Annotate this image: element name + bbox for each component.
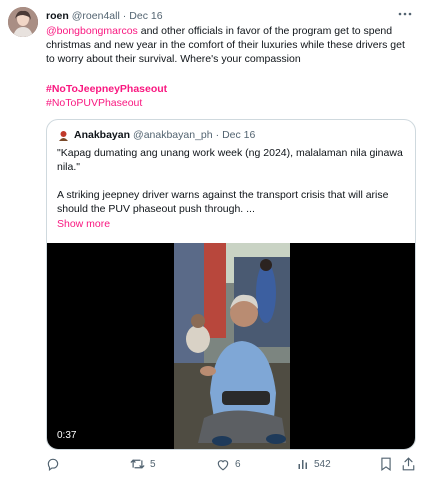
retweet-button[interactable]: 5: [130, 455, 156, 473]
separator-dot: ·: [215, 129, 220, 141]
tweet-actions: 5 6 542: [46, 455, 416, 473]
bookmark-button[interactable]: [380, 455, 392, 473]
quoted-tweet-header: Anakbayan @anakbayan_ph · Dec 16: [57, 128, 255, 142]
video-player[interactable]: 0:37: [47, 243, 415, 449]
share-button[interactable]: [402, 455, 415, 473]
quoted-tweet-date: Dec 16: [222, 129, 256, 141]
like-button[interactable]: 6: [216, 455, 241, 473]
mention-link[interactable]: @bongbongmarcos: [46, 25, 138, 37]
tweet-card[interactable]: roen @roen4all · Dec 16 @bongbongmarcos …: [0, 0, 425, 477]
author-avatar[interactable]: [8, 7, 38, 37]
views-button[interactable]: 542: [297, 455, 331, 473]
share-icon: [402, 457, 415, 471]
hashtag-no-jeepney-phaseout[interactable]: #NoToJeepneyPhaseout: [46, 82, 167, 96]
reply-button[interactable]: [46, 455, 65, 473]
author-name[interactable]: roen: [46, 10, 69, 22]
quoted-author-handle: @anakbayan_ph: [133, 129, 213, 141]
quoted-author-avatar: [57, 128, 70, 142]
separator-dot: ·: [122, 10, 127, 22]
view-count: 542: [314, 458, 331, 470]
tweet-text: @bongbongmarcos and other officials in f…: [46, 24, 416, 66]
bookmark-icon: [380, 457, 392, 471]
hashtag-no-puv-phaseout[interactable]: #NoToPUVPhaseout: [46, 96, 142, 110]
show-more-link[interactable]: Show more: [57, 218, 110, 230]
quoted-author-name: Anakbayan: [74, 129, 131, 141]
quoted-tweet-quote: "Kapag dumating ang unang work week (ng …: [57, 147, 403, 173]
retweet-count: 5: [150, 458, 156, 470]
like-icon: [216, 458, 230, 471]
video-thumbnail: [174, 243, 290, 449]
quoted-tweet[interactable]: Anakbayan @anakbayan_ph · Dec 16 "Kapag …: [46, 119, 416, 450]
more-icon[interactable]: [397, 8, 413, 20]
views-icon: [297, 458, 309, 470]
like-count: 6: [235, 458, 241, 470]
author-handle[interactable]: @roen4all: [72, 10, 120, 22]
reply-icon: [46, 457, 60, 471]
video-duration: 0:37: [57, 430, 77, 441]
quoted-tweet-description: A striking jeepney driver warns against …: [57, 189, 389, 215]
retweet-icon: [130, 457, 145, 471]
tweet-date[interactable]: Dec 16: [129, 10, 162, 22]
tweet-header: roen @roen4all · Dec 16: [46, 8, 163, 24]
